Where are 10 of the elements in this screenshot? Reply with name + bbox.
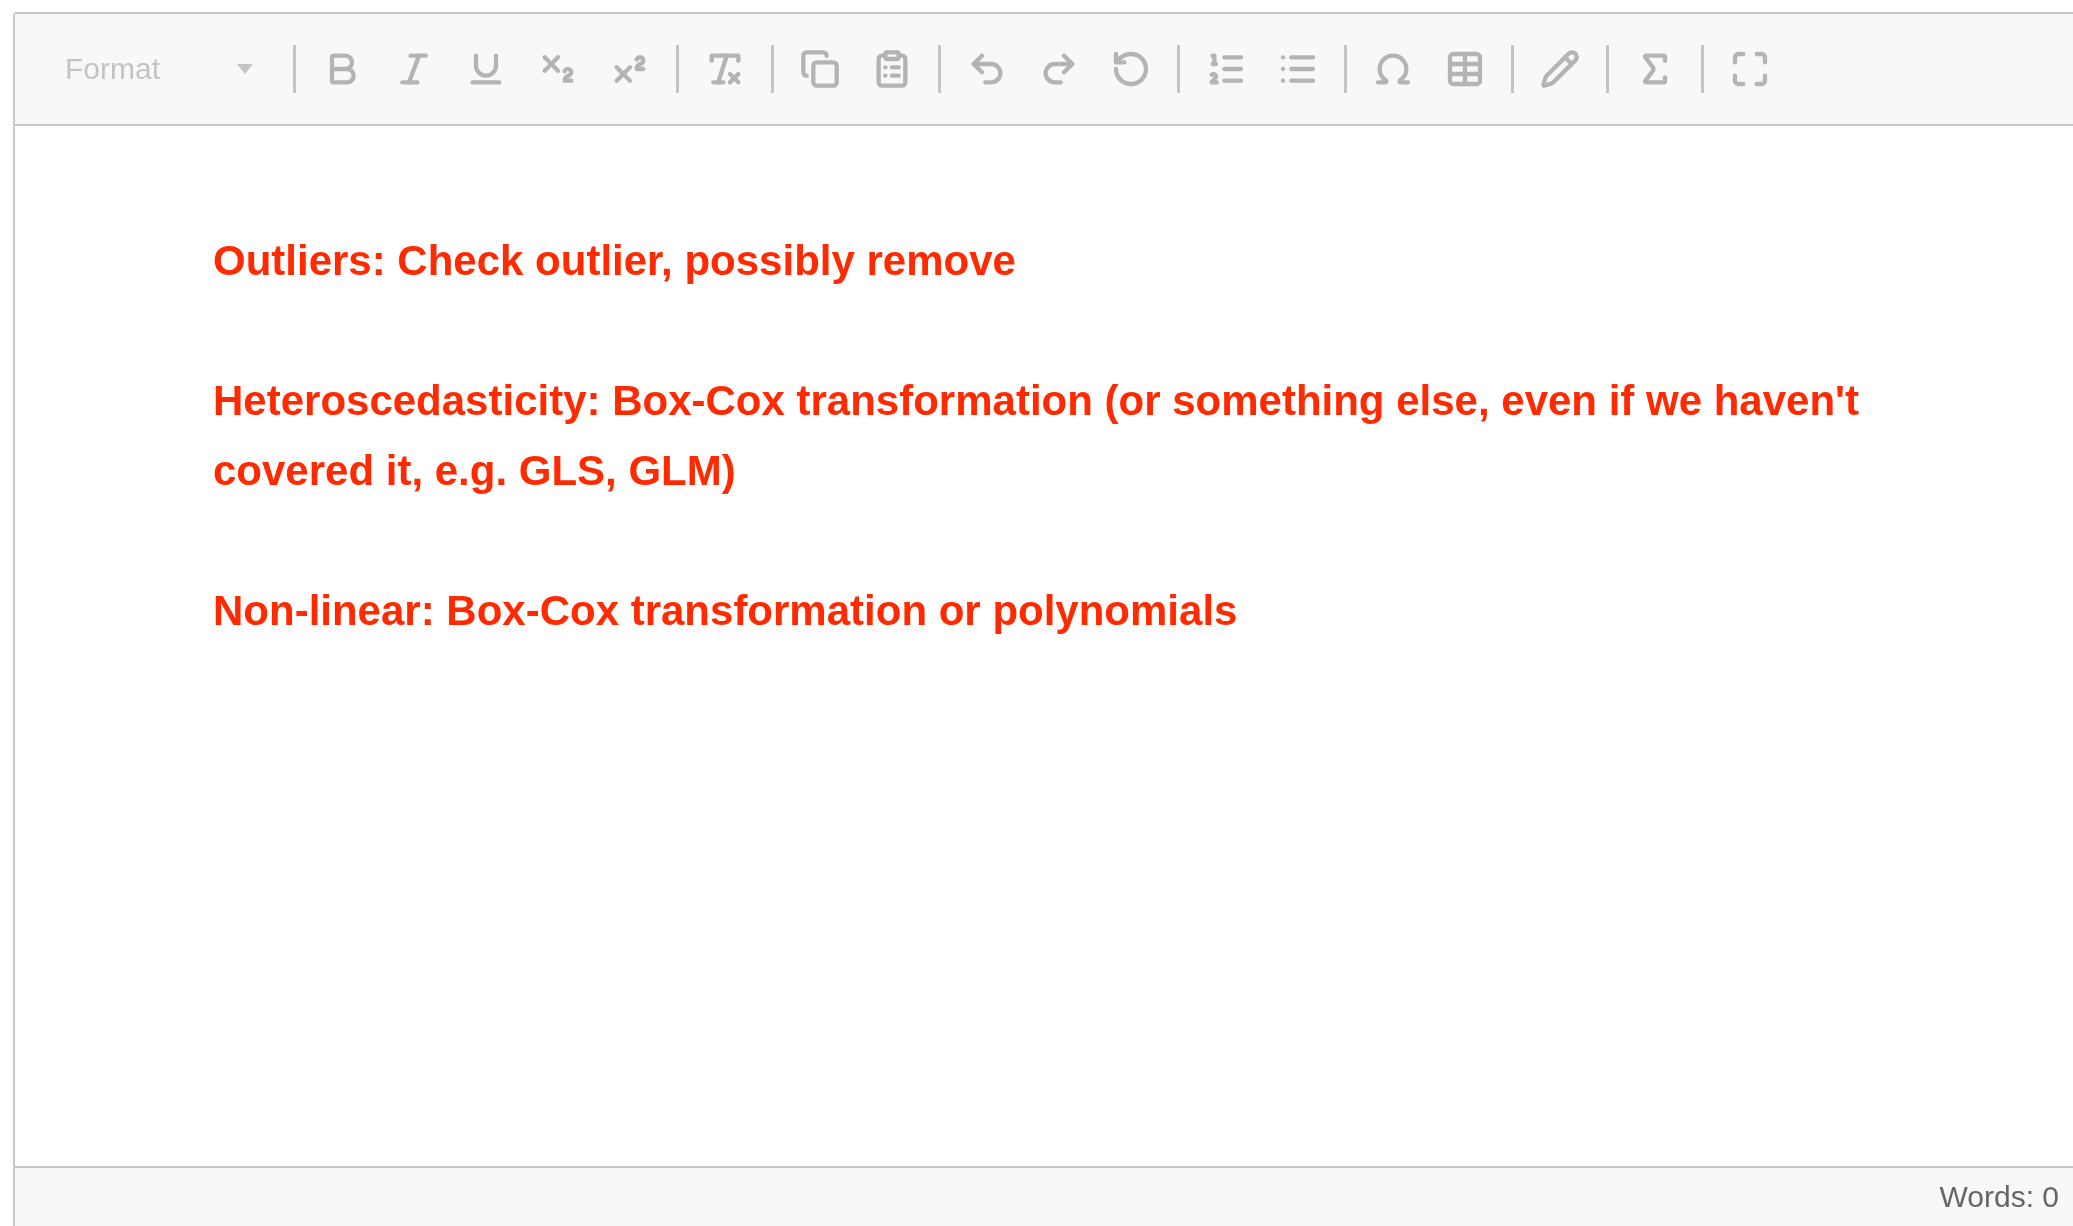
word-count: Words: 0 bbox=[1939, 1180, 2059, 1214]
paragraph: Heteroscedasticity: Box-Cox transformation (or something else, even if we haven't covered it, e.g. GLS, GLM) bbox=[213, 376, 1861, 496]
revert-icon bbox=[1111, 49, 1151, 89]
pencil-icon bbox=[1540, 49, 1580, 89]
table-icon bbox=[1445, 49, 1485, 89]
paragraph: Outliers: Check outlier, possibly remove bbox=[213, 236, 1017, 286]
maximize-icon bbox=[1730, 49, 1770, 89]
paragraph: Non-linear: Box-Cox transformation or polynomials bbox=[213, 586, 1239, 636]
copy-icon bbox=[800, 49, 840, 89]
caret-icon bbox=[237, 64, 253, 74]
